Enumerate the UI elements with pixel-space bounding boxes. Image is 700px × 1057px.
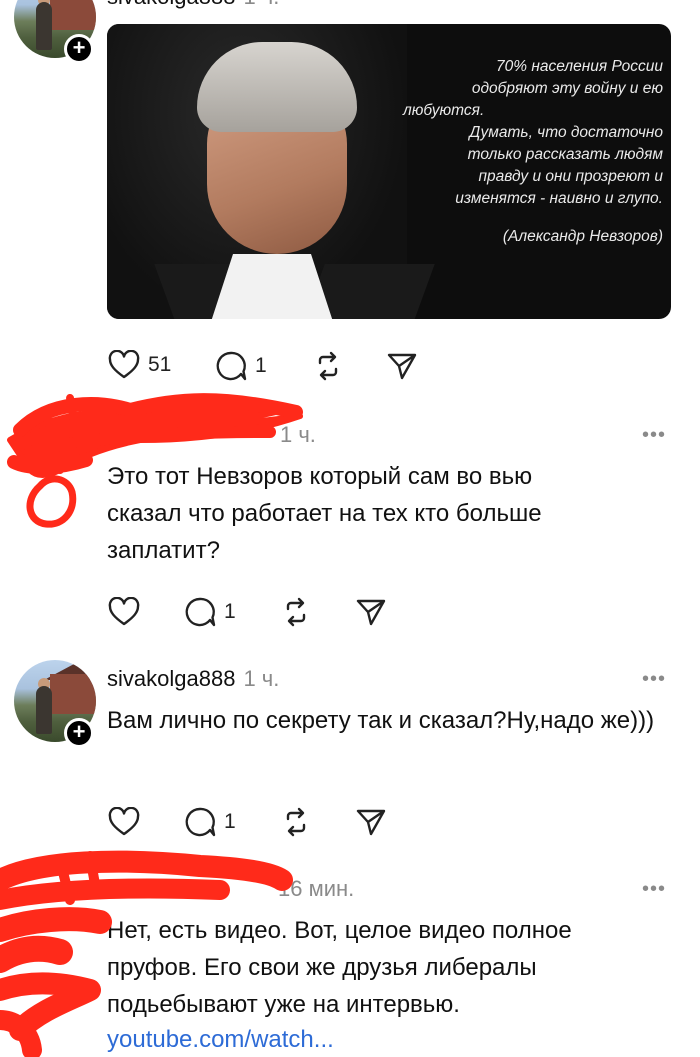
comment-header: 1 ч.: [272, 422, 316, 448]
share-button[interactable]: [355, 806, 387, 838]
repost-icon: [286, 807, 306, 837]
more-options-icon[interactable]: •••: [642, 424, 666, 447]
like-button[interactable]: [108, 807, 140, 837]
comment-header: 16 мин.: [270, 876, 354, 902]
share-button[interactable]: [355, 596, 387, 628]
share-button[interactable]: [386, 350, 418, 382]
more-options-icon[interactable]: •••: [642, 668, 666, 691]
timestamp: 1 ч.: [243, 0, 279, 9]
timestamp: 16 мин.: [278, 876, 355, 901]
heart-icon: [108, 807, 140, 836]
more-options-icon[interactable]: •••: [642, 878, 666, 901]
quote-line: Думать, что достаточно: [469, 124, 663, 141]
repost-button[interactable]: [280, 596, 312, 628]
comment-bubble-icon: [185, 597, 216, 627]
quote-author: (Александр Невзоров): [502, 228, 663, 245]
repost-button[interactable]: [312, 350, 344, 382]
follow-plus-icon[interactable]: +: [64, 34, 94, 64]
send-icon: [356, 809, 386, 836]
username[interactable]: sivakolga888: [107, 666, 235, 691]
comment-bubble-icon: [216, 351, 247, 381]
quote-line: только рассказать людям: [467, 146, 663, 163]
quote-line: 70% населения России: [496, 58, 663, 75]
reply-button[interactable]: 1: [215, 350, 267, 382]
reply-button[interactable]: 1: [184, 596, 236, 628]
send-icon: [356, 599, 386, 626]
repost-icon: [286, 597, 306, 627]
timestamp: 1 ч.: [243, 666, 280, 691]
reply-count: 1: [224, 600, 236, 623]
like-count: 51: [148, 353, 172, 376]
timestamp: 1 ч.: [280, 422, 316, 447]
send-icon: [387, 353, 417, 380]
username[interactable]: sivakolga888: [107, 0, 235, 9]
post-image[interactable]: 70% населения России одобряют эту войну …: [107, 24, 671, 319]
reply-button[interactable]: 1: [184, 806, 236, 838]
youtube-link[interactable]: youtube.com/watch...: [107, 1026, 334, 1054]
like-button[interactable]: [108, 597, 140, 627]
quote-line: любуются.: [403, 102, 485, 119]
quote-line: правду и они прозреют и: [478, 168, 663, 185]
heart-icon: [108, 597, 140, 626]
comment-bubble-icon: [185, 807, 216, 837]
reply-count: 1: [224, 810, 236, 833]
comment-header: sivakolga888 1 ч.: [107, 666, 279, 692]
image-quote: 70% населения России одобряют эту войну …: [403, 56, 663, 248]
repost-button[interactable]: [280, 806, 312, 838]
repost-icon: [318, 351, 338, 381]
reply-count: 1: [255, 354, 267, 377]
post-header: sivakolga888 1 ч.: [107, 0, 279, 10]
like-button[interactable]: 51: [108, 350, 171, 380]
comment-text: Вам лично по секрету так и сказал?Ну,над…: [107, 707, 655, 734]
comment-text: Нет, есть видео. Вот, целое видео полное…: [107, 917, 572, 1018]
quote-line: изменятся - наивно и глупо.: [455, 190, 663, 207]
portrait-photo: [107, 24, 435, 319]
heart-icon: [108, 350, 140, 379]
follow-plus-icon[interactable]: +: [64, 718, 94, 748]
quote-line: одобряют эту войну и ею: [471, 80, 663, 97]
comment-text: Это тот Невзоров который сам во вью сказ…: [107, 463, 542, 564]
